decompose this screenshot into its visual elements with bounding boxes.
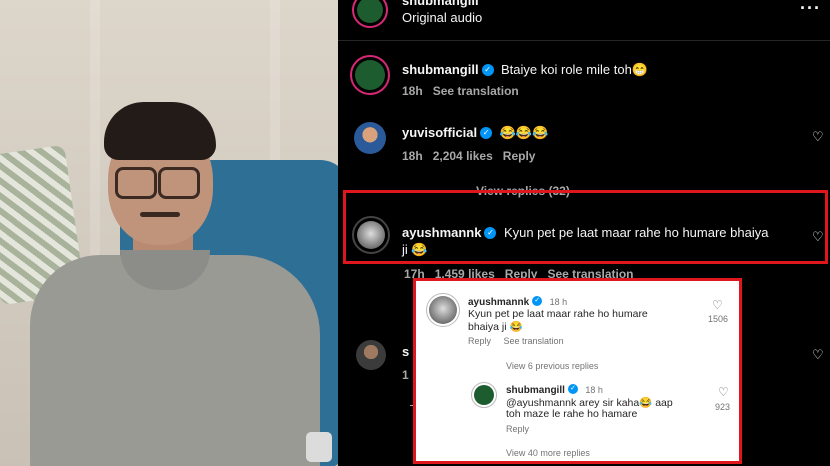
author-avatar[interactable]: [352, 0, 388, 28]
reply-link[interactable]: Reply: [468, 336, 491, 346]
reply-username[interactable]: shubmangill: [506, 385, 565, 396]
comment-time: 18h: [402, 84, 423, 98]
comment-line: ayushmannk ✓ Kyun pet pe laat maar rahe h…: [402, 224, 768, 242]
author-username[interactable]: shubmangill: [402, 0, 479, 8]
comment-username[interactable]: ayushmannk: [402, 225, 481, 240]
verified-badge-icon: ✓: [480, 126, 493, 139]
likes-count: 1506: [708, 314, 729, 324]
comment-username[interactable]: ayushmannk: [468, 297, 529, 308]
person-hair: [104, 102, 216, 160]
verified-badge-icon: ✓: [532, 295, 543, 306]
comment-actions: Reply See translation: [468, 336, 564, 346]
comment-avatar[interactable]: [350, 55, 390, 95]
like-heart-icon[interactable]: ♡: [812, 130, 824, 143]
comment-username[interactable]: yuvisofficial: [402, 125, 477, 140]
header-divider: [338, 40, 830, 41]
comment-avatar[interactable]: [356, 340, 386, 370]
wristwatch: [306, 432, 332, 462]
comment-meta: 18h See translation: [402, 84, 519, 98]
audio-label[interactable]: Original audio: [402, 10, 482, 25]
verified-badge-icon: ✓: [567, 383, 578, 394]
view-previous-replies-link[interactable]: View 6 previous replies: [506, 361, 598, 371]
reply-avatar[interactable]: [471, 382, 497, 408]
like-heart-icon[interactable]: ♡: [712, 298, 723, 312]
comment-username[interactable]: s: [402, 344, 409, 359]
reply-time: 18 h: [585, 385, 603, 395]
video-frame[interactable]: [0, 0, 338, 466]
reply-link[interactable]: Reply: [503, 149, 536, 163]
glasses-right: [158, 167, 200, 199]
comment-text: Kyun pet pe laat maar rahe ho humare: [468, 308, 648, 320]
zoomed-comment-card: ayushmannk ✓ 18 h Kyun pet pe laat maar r…: [413, 278, 742, 464]
reply-text-cont: toh maze le rahe ho hamare: [506, 408, 638, 420]
comment-time: 1: [402, 368, 409, 382]
reply-link[interactable]: Reply: [506, 424, 529, 434]
comment-time: 18 h: [549, 297, 568, 307]
comment-avatar[interactable]: [354, 122, 386, 154]
like-heart-icon[interactable]: ♡: [718, 385, 729, 399]
verified-badge-icon: ✓: [484, 226, 497, 239]
comment-text: Kyun pet pe laat maar rahe ho humare bha…: [503, 225, 769, 240]
see-translation-link[interactable]: See translation: [504, 336, 564, 346]
comment-text-cont: ji 😂: [402, 242, 428, 257]
comment-text: Btaiye koi role mile toh😁: [501, 62, 648, 77]
view-more-replies-link[interactable]: View 40 more replies: [506, 448, 590, 458]
more-dots-icon[interactable]: ···: [800, 0, 821, 19]
like-heart-icon[interactable]: ♡: [812, 348, 824, 361]
comment-text: 😂😂😂: [499, 125, 549, 140]
likes-count[interactable]: 2,204 likes: [433, 149, 493, 163]
moustache: [140, 212, 180, 217]
likes-count: 923: [715, 402, 731, 412]
see-translation-link[interactable]: See translation: [433, 84, 519, 98]
like-heart-icon[interactable]: ♡: [812, 230, 824, 243]
glasses-left: [115, 167, 157, 199]
comment-line: shubmangill ✓ Btaiye koi role mile toh😁: [402, 61, 648, 79]
comment-meta: 18h 2,204 likes Reply: [402, 149, 535, 163]
comment-username[interactable]: shubmangill: [402, 62, 479, 77]
comment-text-cont: bhaiya ji 😂: [468, 321, 523, 333]
comment-time: 18h: [402, 149, 423, 163]
verified-badge-icon: ✓: [481, 63, 494, 76]
comment-avatar[interactable]: [352, 216, 390, 254]
comment-line: yuvisofficial ✓ 😂😂😂: [402, 124, 548, 142]
comment-avatar[interactable]: [426, 293, 460, 327]
